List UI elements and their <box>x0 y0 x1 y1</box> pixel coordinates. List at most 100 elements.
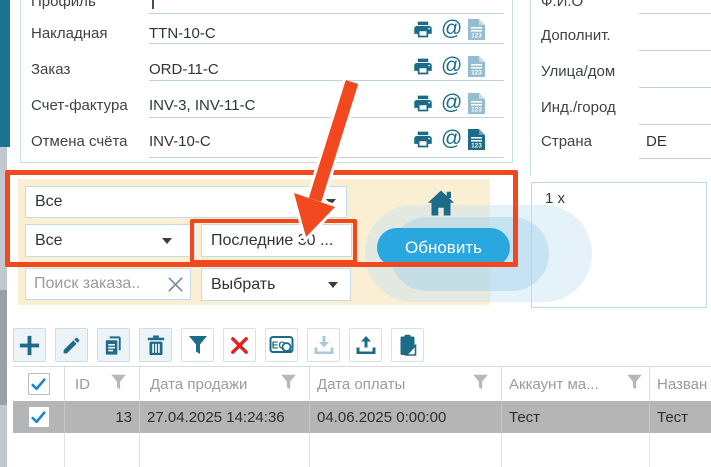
field-underline <box>639 124 711 125</box>
header-pay-date[interactable]: Дата оплаты <box>310 367 502 401</box>
column-filter-icon[interactable] <box>472 374 489 394</box>
print-icon[interactable] <box>411 93 435 114</box>
print-icon[interactable] <box>411 56 435 77</box>
document-actions: @ 123 <box>411 128 485 150</box>
left-edge-accent <box>0 0 10 147</box>
field-underline <box>639 158 711 159</box>
refresh-button[interactable]: Обновить <box>377 228 510 267</box>
grid-toolbar: EQ <box>13 328 424 362</box>
header-name[interactable]: Назван <box>650 367 711 401</box>
refresh-button-label: Обновить <box>405 238 482 258</box>
email-icon[interactable]: @ <box>441 56 462 76</box>
copy-icon <box>102 334 125 357</box>
filter-button[interactable] <box>181 328 214 362</box>
header-select-all-cell <box>13 367 65 401</box>
check-icon <box>31 411 46 424</box>
search-input[interactable] <box>26 275 166 293</box>
form-label: Счет-фактура <box>31 97 128 115</box>
clear-search-icon[interactable] <box>166 275 185 294</box>
svg-text:123: 123 <box>471 32 482 39</box>
svg-text:123: 123 <box>471 106 482 113</box>
field-underline <box>149 80 504 81</box>
select-dropdown[interactable]: Выбрать <box>201 268 351 301</box>
vertical-scrollbar-thumb[interactable] <box>0 290 7 405</box>
orders-table: ID Дата продажи Дата оплаты Аккаунт ма..… <box>13 366 711 467</box>
search-eq-icon: EQ <box>269 334 295 356</box>
funnel-icon <box>188 335 208 355</box>
field-underline <box>149 157 504 158</box>
email-icon[interactable]: @ <box>441 19 462 39</box>
document-actions: @ 123 <box>411 92 485 114</box>
doc-numbers-icon[interactable]: 123 <box>468 129 485 150</box>
header-label: Аккаунт ма... <box>509 376 599 393</box>
red-x-icon <box>229 335 250 356</box>
cell-account: Тест <box>502 401 650 433</box>
period-dropdown[interactable]: Последние 30 ... <box>201 224 352 257</box>
row-checkbox[interactable] <box>28 406 50 428</box>
header-id[interactable]: ID <box>65 367 140 401</box>
column-filter-icon[interactable] <box>110 374 127 394</box>
doc-numbers-icon[interactable]: 123 <box>468 19 485 40</box>
form-value: ORD-11-C <box>149 61 219 79</box>
table-header-row: ID Дата продажи Дата оплаты Аккаунт ма..… <box>13 367 711 401</box>
status-dropdown[interactable]: Все <box>25 186 347 218</box>
trash-icon <box>146 335 166 356</box>
header-account[interactable]: Аккаунт ма... <box>502 367 650 401</box>
edit-button[interactable] <box>55 328 88 362</box>
text-cursor <box>152 0 154 9</box>
import-button[interactable] <box>307 328 340 362</box>
form-label: Накладная <box>31 25 108 43</box>
svg-text:123: 123 <box>471 142 482 149</box>
copy-button[interactable] <box>97 328 130 362</box>
header-sale-date[interactable]: Дата продажи <box>140 367 310 401</box>
header-label: ID <box>75 376 90 393</box>
header-label: Дата оплаты <box>317 376 405 393</box>
paste-button[interactable] <box>391 328 424 362</box>
table-row[interactable]: 13 27.04.2025 14:24:36 04.06.2025 0:00:0… <box>13 401 711 433</box>
field-underline <box>149 43 504 44</box>
upload-icon <box>355 335 377 355</box>
svg-text:123: 123 <box>471 69 482 76</box>
form-label: Дополнит. <box>541 27 611 45</box>
cell-sale-date: 27.04.2025 14:24:36 <box>140 401 310 433</box>
export-button[interactable] <box>349 328 382 362</box>
form-label: Инд./город <box>541 99 616 117</box>
print-icon[interactable] <box>411 129 435 150</box>
column-filter-icon[interactable] <box>280 374 297 394</box>
doc-numbers-icon[interactable]: 123 <box>468 56 485 77</box>
clear-filter-button[interactable] <box>223 328 256 362</box>
chevron-down-icon <box>326 199 336 205</box>
header-label: Дата продажи <box>150 376 247 393</box>
type-dropdown[interactable]: Все <box>25 224 195 257</box>
status-dropdown-value: Все <box>26 193 63 211</box>
chevron-down-icon <box>162 238 172 244</box>
field-underline <box>149 13 504 14</box>
check-icon <box>31 378 46 391</box>
home-button[interactable] <box>425 188 457 218</box>
type-dropdown-value: Все <box>26 232 63 250</box>
document-actions: @ 123 <box>411 55 485 77</box>
select-all-checkbox[interactable] <box>28 373 50 395</box>
cell-pay-date: 04.06.2025 0:00:00 <box>310 401 502 433</box>
empty-grid-row <box>13 433 711 467</box>
clipboard-icon <box>398 334 418 356</box>
form-label: Профиль <box>31 0 96 11</box>
field-underline <box>639 13 711 14</box>
field-underline <box>639 50 711 51</box>
email-icon[interactable]: @ <box>441 129 462 149</box>
add-button[interactable] <box>13 328 46 362</box>
header-label: Назван <box>657 376 707 393</box>
download-icon <box>313 335 335 355</box>
table-search-button[interactable]: EQ <box>265 328 298 362</box>
doc-numbers-icon[interactable]: 123 <box>468 93 485 114</box>
period-dropdown-value: Последние 30 ... <box>202 232 333 250</box>
plus-icon <box>18 334 41 357</box>
document-actions: @ 123 <box>411 18 485 40</box>
print-icon[interactable] <box>411 19 435 40</box>
delete-button[interactable] <box>139 328 172 362</box>
select-dropdown-value: Выбрать <box>202 276 275 294</box>
email-icon[interactable]: @ <box>441 93 462 113</box>
search-box <box>25 268 191 300</box>
pencil-icon <box>61 335 82 356</box>
column-filter-icon[interactable] <box>626 374 643 394</box>
